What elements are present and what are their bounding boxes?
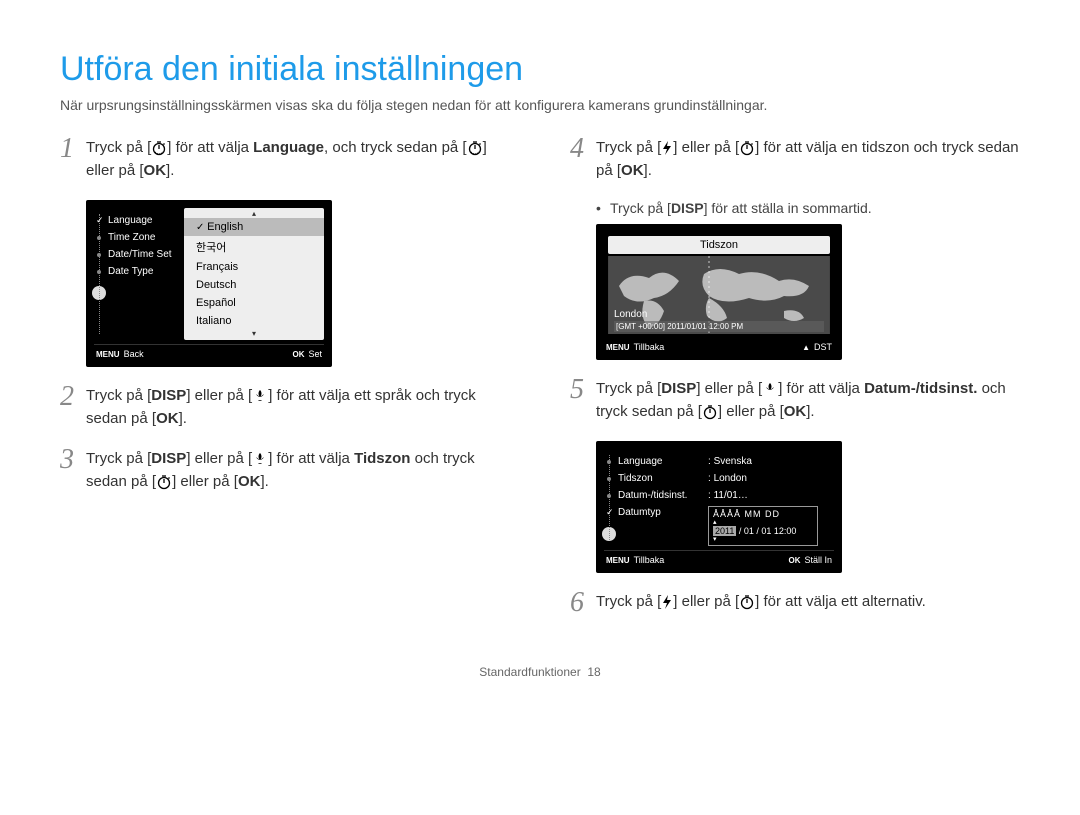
macro-icon bbox=[252, 451, 268, 467]
screen1-item: Time Zone bbox=[94, 229, 184, 246]
step-6: 6 Tryck på [] eller på [] för att välja … bbox=[570, 591, 1020, 617]
disp-icon: DISP bbox=[661, 380, 696, 397]
timer-icon bbox=[739, 140, 755, 156]
step-6-text: Tryck på [] eller på [] för att välja et… bbox=[596, 591, 926, 614]
lang-option: Deutsch bbox=[184, 276, 324, 294]
step-5-text: Tryck på [DISP] eller på [] för att välj… bbox=[596, 378, 1020, 423]
timer-icon bbox=[739, 594, 755, 610]
step-4: 4 Tryck på [] eller på [] för att välja … bbox=[570, 137, 1020, 182]
screen1-item: Language bbox=[94, 212, 184, 229]
ok-icon: OK bbox=[784, 403, 807, 420]
step-number: 6 bbox=[570, 589, 596, 617]
lang-option: English bbox=[184, 218, 324, 236]
chevron-down-icon: ▾ bbox=[713, 536, 813, 543]
step-5: 5 Tryck på [DISP] eller på [] för att vä… bbox=[570, 378, 1020, 423]
tz-title: Tidszon bbox=[608, 236, 830, 254]
flash-icon bbox=[661, 594, 673, 610]
lang-option: Français bbox=[184, 258, 324, 276]
screen3-footer: MENUTillbaka OKStäll In bbox=[604, 550, 834, 565]
screen1-item: Date/Time Set bbox=[94, 246, 184, 263]
page-footer: Standardfunktioner 18 bbox=[60, 665, 1020, 679]
screen1-side-list: Language Time Zone Date/Time Set Date Ty… bbox=[94, 208, 184, 340]
chevron-down-icon: ▾ bbox=[184, 330, 324, 338]
screen3-side-list: Language Tidszon Datum-/tidsinst. Datumt… bbox=[604, 449, 708, 546]
step-number: 4 bbox=[570, 135, 596, 163]
triangle-up-icon: ▲ bbox=[802, 343, 810, 352]
left-column: 1 Tryck på [] för att välja Language, oc… bbox=[60, 137, 510, 635]
step-3-text: Tryck på [DISP] eller på [] för att välj… bbox=[86, 448, 510, 493]
timezone-screen: Tidszon London [GMT +00:00] 2011/01/01 1… bbox=[596, 224, 842, 360]
step-2: 2 Tryck på [DISP] eller på [] för att vä… bbox=[60, 385, 510, 430]
lang-option: 한국어 bbox=[184, 236, 324, 258]
disp-icon: DISP bbox=[151, 450, 186, 467]
timer-icon bbox=[156, 474, 172, 490]
step-number: 1 bbox=[60, 135, 86, 163]
ok-icon: OK bbox=[156, 410, 179, 427]
ok-icon: OK bbox=[238, 473, 261, 490]
step-3: 3 Tryck på [DISP] eller på [] för att vä… bbox=[60, 448, 510, 493]
step-number: 5 bbox=[570, 376, 596, 404]
ok-icon: OK bbox=[621, 162, 644, 179]
screen3-item: Tidszon bbox=[604, 470, 708, 487]
step-4-note: • Tryck på [DISP] för att ställa in somm… bbox=[596, 200, 1020, 216]
screen3-item: Language bbox=[604, 453, 708, 470]
step-2-text: Tryck på [DISP] eller på [] för att välj… bbox=[86, 385, 510, 430]
lang-option: Italiano bbox=[184, 312, 324, 330]
step-1: 1 Tryck på [] för att välja Language, oc… bbox=[60, 137, 510, 182]
macro-icon bbox=[762, 381, 778, 397]
step-number: 3 bbox=[60, 446, 86, 474]
screen1-footer: MENUBack OKSet bbox=[94, 344, 324, 359]
chevron-up-icon: ▴ bbox=[184, 210, 324, 218]
columns: 1 Tryck på [] för att välja Language, oc… bbox=[60, 137, 1020, 635]
date-format-box: ÅÅÅÅ MM DD ▴ 2011 / 01 / 01 12:00 ▾ bbox=[708, 506, 818, 546]
tz-gmt: [GMT +00:00] 2011/01/01 12:00 PM bbox=[614, 321, 824, 332]
disp-icon: DISP bbox=[151, 387, 186, 404]
intro-text: När urpsrungsinställningsskärmen visas s… bbox=[60, 97, 1020, 113]
screen3-values: : Svenska : London : 11/01… ÅÅÅÅ MM DD ▴… bbox=[708, 449, 834, 546]
world-map: London [GMT +00:00] 2011/01/01 12:00 PM bbox=[608, 256, 830, 334]
macro-icon bbox=[252, 388, 268, 404]
timer-icon bbox=[151, 140, 167, 156]
lang-option: Español bbox=[184, 294, 324, 312]
tz-location: London bbox=[614, 309, 647, 320]
language-screen: Language Time Zone Date/Time Set Date Ty… bbox=[86, 200, 332, 367]
screen1-options: ▴ English 한국어 Français Deutsch Español I… bbox=[184, 208, 324, 340]
step-4-text: Tryck på [] eller på [] för att välja en… bbox=[596, 137, 1020, 182]
screen2-footer: MENUTillbaka ▲DST bbox=[604, 338, 834, 352]
timer-icon bbox=[467, 140, 483, 156]
disp-icon: DISP bbox=[671, 200, 704, 216]
chevron-up-icon: ▴ bbox=[713, 519, 813, 526]
screen3-item: Datumtyp bbox=[604, 504, 708, 521]
step-1-text: Tryck på [] för att välja Language, och … bbox=[86, 137, 510, 182]
flash-icon bbox=[661, 140, 673, 156]
step-number: 2 bbox=[60, 383, 86, 411]
right-column: 4 Tryck på [] eller på [] för att välja … bbox=[570, 137, 1020, 635]
ok-icon: OK bbox=[144, 162, 167, 179]
date-screen: Language Tidszon Datum-/tidsinst. Datumt… bbox=[596, 441, 842, 573]
timer-icon bbox=[702, 404, 718, 420]
page-title: Utföra den initiala inställningen bbox=[60, 50, 1020, 89]
screen1-item: Date Type bbox=[94, 263, 184, 280]
screen3-item: Datum-/tidsinst. bbox=[604, 487, 708, 504]
